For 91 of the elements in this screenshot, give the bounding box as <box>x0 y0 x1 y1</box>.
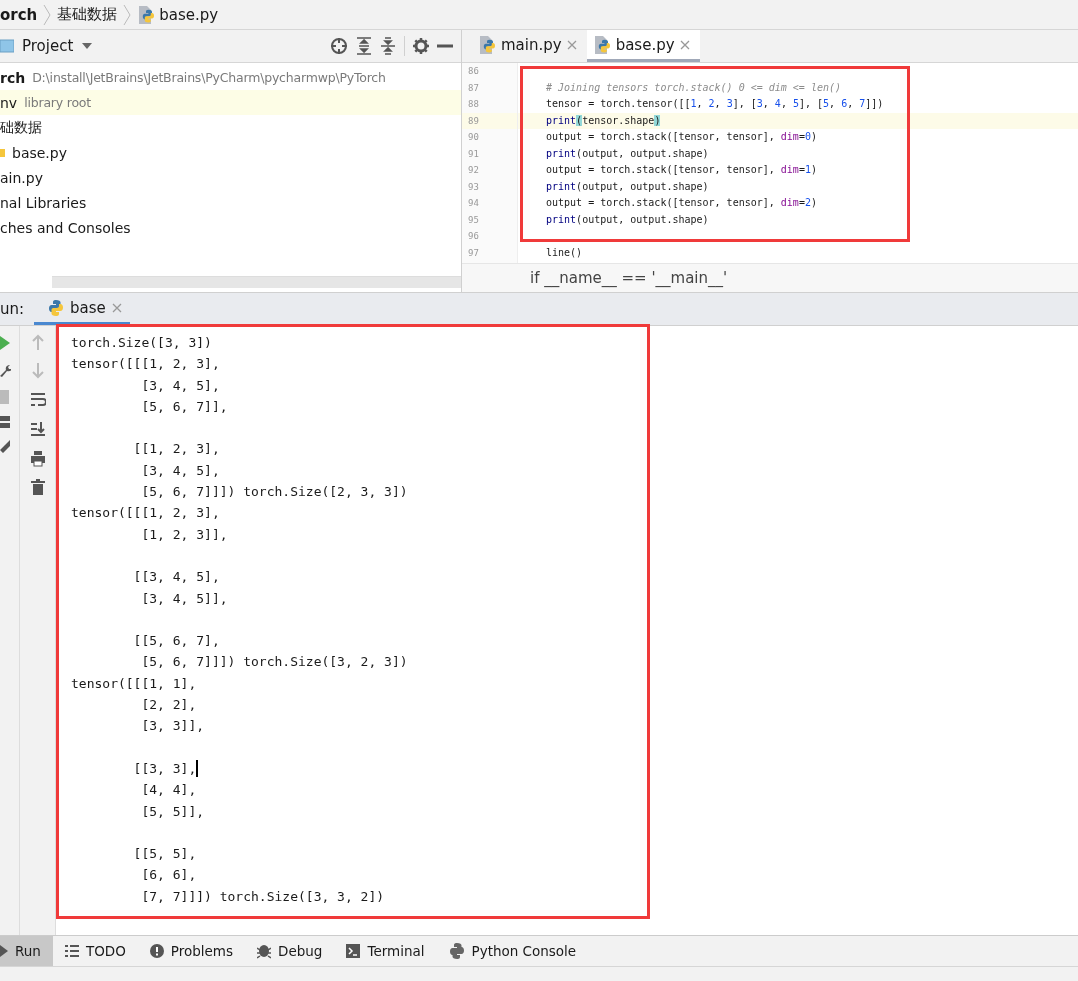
collapse-all-icon[interactable] <box>380 37 396 55</box>
console-line: [3, 4, 5], <box>140 461 221 480</box>
console-line: [5, 6, 7]], <box>140 397 229 416</box>
line-number: 87 <box>467 81 480 95</box>
console-line: [[1, 2, 3], <box>132 440 221 459</box>
code-line: tensor = torch.tensor([[1, 2, 3], [3, 4, 5], [5, 6, 7]]) <box>545 97 885 111</box>
tree-item[interactable]: rch D:\install\JetBrains\JetBrains\PyCharm\pycharmwp\PyTorch <box>0 65 461 90</box>
breadcrumb-item[interactable]: 基础数据 <box>57 5 118 24</box>
breadcrumb-item[interactable]: base.py <box>159 5 219 24</box>
tree-item[interactable]: ches and Consoles <box>0 215 461 240</box>
console-line: tensor([[[1, 1], <box>71 674 198 693</box>
line-number: 86 <box>467 65 480 78</box>
console-line: [5, 6, 7]]]) torch.Size([3, 2, 3]) <box>140 653 409 672</box>
warning-icon <box>149 944 164 958</box>
tree-item[interactable]: nal Libraries <box>0 190 461 215</box>
python-file-icon <box>592 34 611 55</box>
console-line: [[5, 6, 7], <box>132 632 221 651</box>
close-icon[interactable] <box>679 39 690 50</box>
line-number: 91 <box>467 147 480 161</box>
code-line: print(output, output.shape) <box>545 179 710 194</box>
line-number: 97 <box>467 246 480 260</box>
line-number: 88 <box>467 98 480 111</box>
expand-all-icon[interactable] <box>356 37 372 55</box>
panel-title[interactable]: Project <box>22 37 74 55</box>
run-icon <box>0 944 8 958</box>
console-line: [[5, 5], <box>132 845 198 864</box>
minimize-icon[interactable] <box>437 44 453 48</box>
horizontal-scrollbar[interactable] <box>52 276 461 288</box>
tool-window-button[interactable]: TODO <box>52 936 138 966</box>
code-line: output = torch.stack([tensor, tensor], dim=1) <box>545 163 818 177</box>
console-line: [3, 4, 5], <box>140 376 221 395</box>
target-icon[interactable] <box>330 37 348 55</box>
tool-window-button[interactable]: Problems <box>137 936 246 966</box>
tree-item[interactable]: 础数据 <box>0 115 461 140</box>
bug-icon <box>257 943 272 959</box>
scope-breadcrumb[interactable]: if __name__ == '__main__' <box>462 263 1078 292</box>
console-line: [[3, 4, 5], <box>132 568 221 587</box>
editor-tab[interactable]: main.py <box>472 30 587 62</box>
layout-icon[interactable] <box>0 416 10 428</box>
terminal-icon <box>346 944 361 958</box>
chevron-icon <box>43 3 52 26</box>
folder-icon <box>0 38 14 54</box>
wrench-icon[interactable] <box>0 364 11 378</box>
close-icon[interactable] <box>566 39 577 50</box>
list-icon <box>64 945 79 957</box>
line-number: 93 <box>467 180 480 194</box>
tree-item[interactable]: ain.py <box>0 165 461 190</box>
tool-window-button[interactable]: Debug <box>245 936 335 966</box>
tool-window-button[interactable]: Terminal <box>334 936 437 966</box>
console-line: [4, 4], <box>140 781 198 800</box>
line-number: 92 <box>467 164 480 177</box>
chevron-icon <box>123 3 132 26</box>
tree-item[interactable]: base.py <box>0 140 461 165</box>
run-label: un: <box>0 299 26 320</box>
console-line: tensor([[[1, 2, 3], <box>71 355 221 374</box>
settings-icon[interactable] <box>413 38 429 54</box>
console-line: [7, 7]]]) torch.Size([3, 3, 2]) <box>140 887 386 906</box>
caret-icon[interactable] <box>81 42 94 50</box>
console-line: [[3, 3], <box>132 759 199 780</box>
code-line: line() <box>545 245 584 260</box>
line-number: 94 <box>467 197 480 210</box>
code-line: print(output, output.shape) <box>545 146 710 161</box>
print-icon[interactable] <box>29 450 46 467</box>
console-line: [2, 2], <box>140 696 198 715</box>
python-file-icon <box>478 34 496 55</box>
code-line: output = torch.stack([tensor, tensor], dim=2) <box>545 196 818 210</box>
console-line: [3, 3]], <box>140 717 206 736</box>
console-line: [6, 6], <box>140 866 198 885</box>
console-line: [5, 6, 7]]]) torch.Size([2, 3, 3]) <box>140 483 409 502</box>
text-cursor <box>196 760 198 778</box>
code-line: # Joining tensors torch.stack() 0 <= dim <= len() <box>545 80 842 95</box>
editor-tab[interactable]: base.py <box>586 30 700 62</box>
console-line: [5, 5]], <box>140 802 206 821</box>
console-line: [3, 4, 5]], <box>140 589 229 608</box>
console-line: torch.Size([3, 3]) <box>71 334 213 352</box>
console-line: tensor([[[1, 2, 3], <box>71 504 221 523</box>
code-line: output = torch.stack([tensor, tensor], dim=0) <box>545 130 818 144</box>
scroll-to-end-icon[interactable] <box>29 421 46 438</box>
line-number: 96 <box>467 230 480 243</box>
tree-item[interactable]: nv library root <box>0 90 461 115</box>
soft-wrap-icon[interactable] <box>29 392 46 409</box>
tool-window-button[interactable]: Run <box>0 936 53 966</box>
python-file-icon <box>137 4 156 25</box>
line-number: 95 <box>467 213 480 227</box>
code-line: print(output, output.shape) <box>545 212 710 227</box>
tool-window-button[interactable]: Python Console <box>436 936 589 966</box>
console-line: [1, 2, 3]], <box>140 525 229 544</box>
line-number: 90 <box>467 131 480 144</box>
delete-icon[interactable] <box>29 479 46 496</box>
line-number: 89 <box>462 112 517 129</box>
breadcrumb-item[interactable]: orch <box>0 5 38 24</box>
